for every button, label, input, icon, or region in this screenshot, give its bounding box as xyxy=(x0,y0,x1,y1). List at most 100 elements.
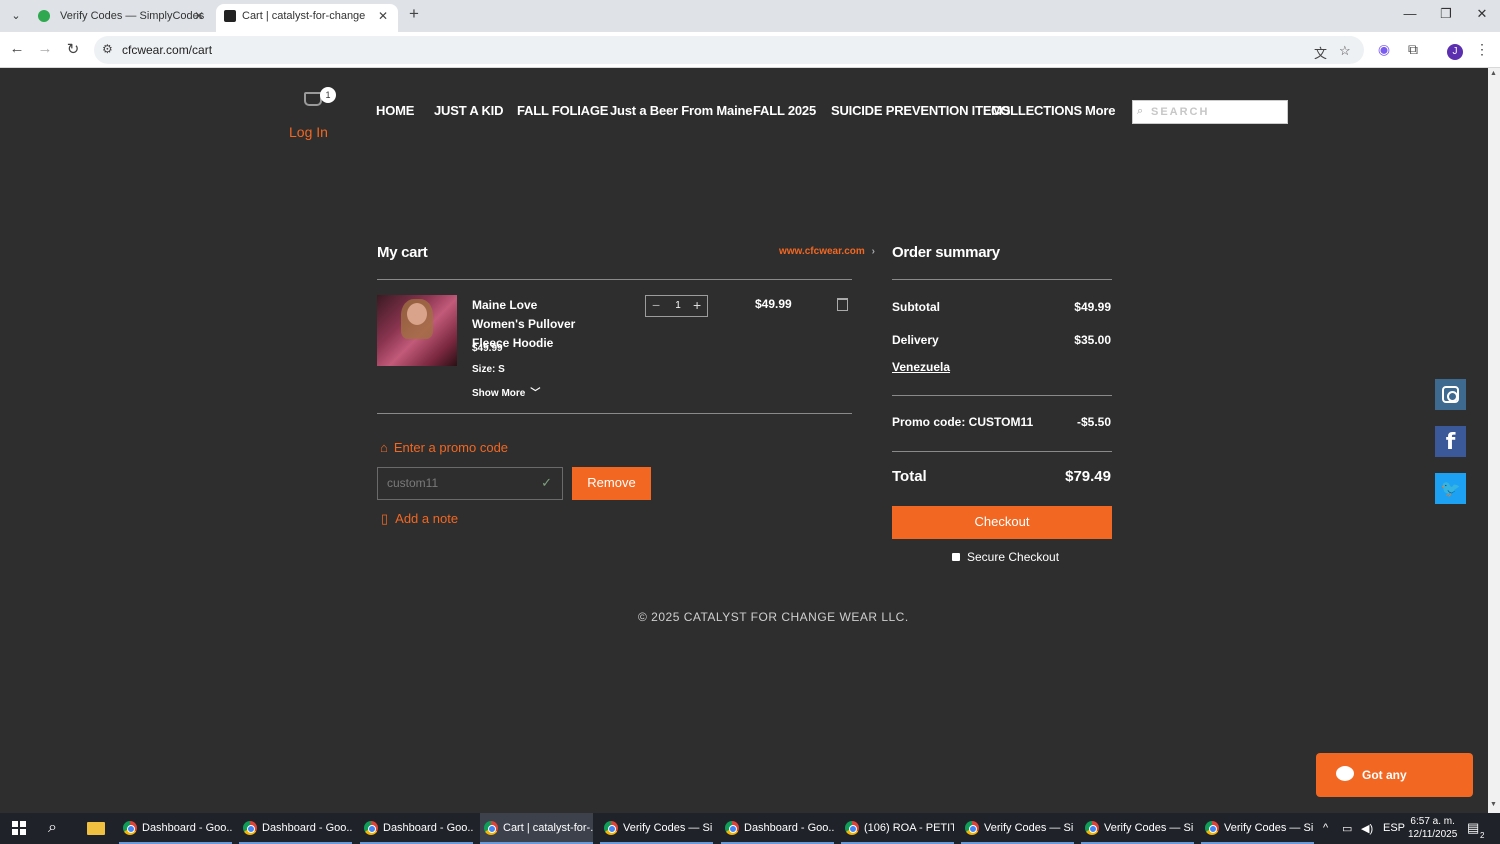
show-more-label[interactable]: Show More xyxy=(472,388,525,399)
subtotal-value: $49.99 xyxy=(1074,300,1111,314)
scrollbar[interactable]: ▲ ▼ xyxy=(1488,68,1500,813)
nav-suicide-prevention[interactable]: SUICIDE PREVENTION ITEMS xyxy=(831,103,1011,118)
taskbar-app[interactable]: Dashboard - Goo... xyxy=(239,813,352,844)
back-icon[interactable]: ← xyxy=(7,40,27,57)
close-window-icon[interactable]: ✕ xyxy=(1472,6,1492,22)
checkout-button[interactable]: Checkout xyxy=(892,506,1112,539)
taskbar-app-label: Dashboard - Goo... xyxy=(262,822,352,834)
scroll-up-icon[interactable]: ▲ xyxy=(1490,70,1497,77)
show-more-toggle[interactable]: Show More ﹀ xyxy=(472,384,540,399)
address-bar[interactable]: ⚙ cfcwear.com/cart 文 ☆ xyxy=(94,36,1364,64)
facebook-icon[interactable]: f xyxy=(1435,426,1466,457)
scroll-down-icon[interactable]: ▼ xyxy=(1490,801,1497,808)
forward-icon[interactable]: → xyxy=(35,40,55,57)
quantity-value[interactable]: 1 xyxy=(672,300,684,311)
taskbar-app[interactable]: Dashboard - Goo... xyxy=(360,813,473,844)
check-icon: ✓ xyxy=(541,475,552,490)
notification-count: 2 xyxy=(1480,831,1485,840)
login-link[interactable]: Log In xyxy=(289,124,328,140)
continue-link-text[interactable]: www.cfcwear.com xyxy=(779,246,865,257)
add-note-link[interactable]: ▯ Add a note xyxy=(381,511,458,527)
tab-title: Cart | catalyst-for-change xyxy=(242,10,366,22)
promo-code-value[interactable]: custom11 xyxy=(387,476,438,490)
product-size: Size: S xyxy=(472,364,505,375)
divider xyxy=(377,413,852,414)
trash-icon[interactable] xyxy=(837,298,848,311)
nav-fall-foliage[interactable]: FALL FOLIAGE xyxy=(517,103,608,118)
restore-icon[interactable]: ❐ xyxy=(1436,6,1456,22)
product-image[interactable] xyxy=(377,295,457,366)
site-info-icon[interactable]: ⚙ xyxy=(102,42,113,56)
profile-avatar[interactable]: J xyxy=(1445,41,1465,60)
continue-shopping-link[interactable]: www.cfcwear.com › xyxy=(779,246,875,257)
taskbar-app[interactable]: Verify Codes — Si... xyxy=(1081,813,1194,844)
chrome-icon xyxy=(243,821,257,835)
windows-start-icon[interactable] xyxy=(12,821,26,835)
enter-promo-link[interactable]: ⌂ Enter a promo code xyxy=(380,440,508,455)
promo-code-field[interactable]: custom11 ✓ xyxy=(377,467,563,500)
minimize-icon[interactable]: — xyxy=(1400,6,1420,21)
close-tab-icon[interactable]: ✕ xyxy=(378,4,388,28)
chat-button[interactable]: Got any questions? xyxy=(1316,753,1473,826)
instagram-icon[interactable] xyxy=(1435,379,1466,410)
network-icon[interactable]: ▭ xyxy=(1342,822,1352,835)
taskbar-app-label: Cart | catalyst-for-... xyxy=(503,822,593,834)
extension-icon[interactable]: ◉ xyxy=(1374,41,1394,58)
nav-collections[interactable]: COLLECTIONS xyxy=(991,103,1082,118)
language-indicator[interactable]: ESP xyxy=(1383,822,1405,834)
taskbar-app[interactable]: (106) ROA - PETIT... xyxy=(841,813,954,844)
increase-quantity-icon[interactable]: + xyxy=(693,297,701,313)
url-text[interactable]: cfcwear.com/cart xyxy=(122,43,212,57)
nav-just-a-beer[interactable]: Just a Beer From Maine xyxy=(610,103,752,118)
delivery-country-link[interactable]: Venezuela xyxy=(892,360,950,374)
menu-icon[interactable]: ⋮ xyxy=(1472,41,1492,58)
chrome-icon xyxy=(845,821,859,835)
taskbar-app-label: Dashboard - Goo... xyxy=(744,822,834,834)
chrome-icon xyxy=(364,821,378,835)
taskbar-app-active[interactable]: Cart | catalyst-for-... xyxy=(480,813,593,844)
site-search[interactable]: ⌕ xyxy=(1132,100,1288,124)
enter-promo-label[interactable]: Enter a promo code xyxy=(394,440,508,455)
reload-icon[interactable]: ↻ xyxy=(63,40,83,58)
taskbar-app[interactable]: Verify Codes — Si... xyxy=(961,813,1074,844)
taskbar-app[interactable]: Verify Codes — Si... xyxy=(600,813,713,844)
search-input[interactable] xyxy=(1151,103,1281,121)
extensions-puzzle-icon[interactable]: ⧉ xyxy=(1403,41,1423,58)
divider xyxy=(892,279,1112,280)
translate-icon[interactable]: 文 xyxy=(1314,43,1327,62)
browser-tab-strip: ⌄ Verify Codes — SimplyCodes ✕ Cart | ca… xyxy=(0,0,1500,32)
bookmark-star-icon[interactable]: ☆ xyxy=(1339,43,1351,59)
nav-fall-2025[interactable]: FALL 2025 xyxy=(753,103,816,118)
secure-checkout-label: Secure Checkout xyxy=(967,550,1060,564)
volume-icon[interactable]: ◀) xyxy=(1361,822,1373,835)
add-note-label[interactable]: Add a note xyxy=(395,511,458,526)
product-image-face xyxy=(407,303,427,325)
taskbar-clock[interactable]: 6:57 a. m. 12/11/2025 xyxy=(1408,815,1457,841)
browser-tab-cart[interactable]: Cart | catalyst-for-change ✕ xyxy=(216,4,398,32)
new-tab-icon[interactable]: + xyxy=(404,4,424,24)
tray-chevron-icon[interactable]: ^ xyxy=(1323,822,1328,834)
file-explorer-icon[interactable] xyxy=(87,822,105,835)
total-value: $79.49 xyxy=(1065,468,1111,485)
close-tab-icon[interactable]: ✕ xyxy=(194,4,204,28)
product-price: $49.99 xyxy=(472,343,503,354)
nav-more[interactable]: More xyxy=(1085,103,1115,118)
notifications-icon[interactable]: ▤ xyxy=(1467,820,1479,836)
taskbar-app[interactable]: Verify Codes — Si... xyxy=(1201,813,1314,844)
taskbar-search-icon[interactable]: ⌕ xyxy=(48,819,57,837)
chevron-down-icon: ﹀ xyxy=(530,388,541,399)
twitter-icon[interactable]: 🐦 xyxy=(1435,473,1466,504)
note-icon: ▯ xyxy=(381,511,389,526)
nav-home[interactable]: HOME xyxy=(376,103,414,118)
browser-tab-simplycodes[interactable]: Verify Codes — SimplyCodes ✕ xyxy=(22,4,214,32)
decrease-quantity-icon[interactable]: − xyxy=(652,297,660,313)
nav-just-a-kid[interactable]: JUST A KID xyxy=(434,103,503,118)
taskbar-app[interactable]: Dashboard - Goo... xyxy=(119,813,232,844)
line-item-total: $49.99 xyxy=(755,297,792,311)
remove-promo-button[interactable]: Remove xyxy=(572,467,651,500)
promo-applied-label: Promo code: CUSTOM11 xyxy=(892,415,1034,429)
lock-icon xyxy=(952,553,960,561)
taskbar-app[interactable]: Dashboard - Goo... xyxy=(721,813,834,844)
tab-title: Verify Codes — SimplyCodes xyxy=(60,10,205,22)
search-icon: ⌕ xyxy=(1137,105,1144,117)
